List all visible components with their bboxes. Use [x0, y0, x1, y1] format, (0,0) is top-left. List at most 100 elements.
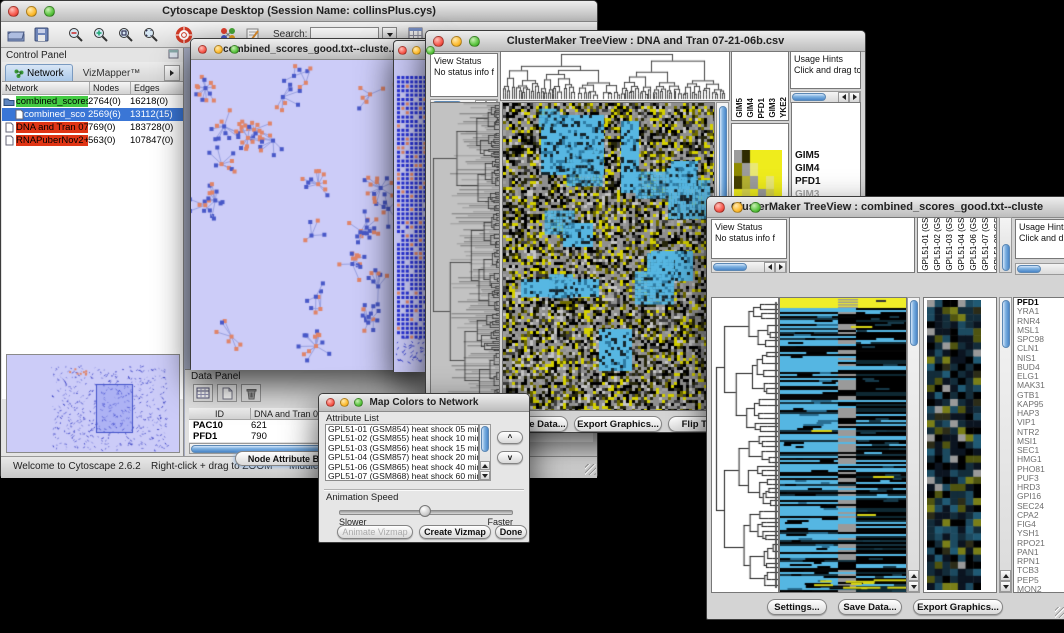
close-button[interactable]: [198, 45, 207, 54]
vscroll-thumb[interactable]: [1002, 244, 1010, 271]
tv1-column-dendrogram[interactable]: [501, 52, 727, 100]
scroll-down-button[interactable]: [480, 471, 490, 480]
tab-overflow-button[interactable]: [164, 65, 180, 81]
tv2-status-hscrollbar[interactable]: [711, 261, 787, 273]
network-canvas[interactable]: [394, 60, 429, 372]
move-up-button[interactable]: ^: [497, 431, 523, 444]
minimize-button[interactable]: [340, 398, 349, 407]
hscroll-thumb[interactable]: [713, 263, 747, 271]
move-down-button[interactable]: v: [497, 451, 523, 464]
scroll-down-button[interactable]: [1000, 581, 1011, 592]
tab-network[interactable]: Network: [5, 64, 73, 81]
col-nodes[interactable]: Nodes: [90, 82, 131, 95]
attribute-list[interactable]: GPL51-01 (GSM854) heat shock 05 minGPL51…: [325, 424, 479, 481]
document-icon: [2, 122, 16, 133]
resize-grip[interactable]: [1053, 605, 1064, 618]
tv2-row-dendrogram-panel: [711, 297, 779, 593]
zoom-button[interactable]: [469, 36, 480, 47]
minimize-button[interactable]: [412, 46, 421, 55]
tv1-global-heatmap[interactable]: [503, 103, 714, 411]
tv2-global-heatmap[interactable]: [780, 298, 906, 592]
create-vizmap-button[interactable]: Create Vizmap: [419, 525, 491, 539]
tv2-hints-hscrollbar[interactable]: [1015, 263, 1064, 275]
tv2-row-dendrogram[interactable]: [712, 298, 778, 592]
col-network[interactable]: Network: [2, 82, 90, 95]
scroll-up-button[interactable]: [480, 461, 490, 470]
scroll-down-button[interactable]: [908, 581, 919, 592]
vscroll-thumb[interactable]: [1002, 300, 1010, 348]
tab-vizmapper[interactable]: VizMapper™: [73, 65, 151, 81]
close-button[interactable]: [398, 46, 407, 55]
tv2-gene-labels[interactable]: PFD1YRA1RNR4MSL1SPC98CLN1NIS1BUD4ELG1MAK…: [1014, 298, 1064, 593]
view-status-text: No status info f: [715, 233, 775, 243]
hscroll-thumb[interactable]: [1017, 265, 1041, 273]
network-row-0[interactable]: combined_scores 2764(0) 16218(0): [2, 95, 183, 108]
delete-attribute-icon[interactable]: [241, 384, 261, 402]
tv2-settings-button[interactable]: Settings...: [767, 599, 827, 615]
col-id[interactable]: ID: [189, 408, 251, 420]
zoom-in-icon[interactable]: [89, 25, 111, 45]
close-button[interactable]: [714, 202, 725, 213]
minimize-button[interactable]: [451, 36, 462, 47]
main-title-bar[interactable]: Cytoscape Desktop (Session Name: collins…: [1, 1, 597, 22]
zoom-out-icon[interactable]: [64, 25, 86, 45]
vscroll-thumb[interactable]: [910, 300, 918, 346]
network-table-header: Network Nodes Edges: [2, 82, 183, 95]
scroll-right-button[interactable]: [775, 262, 786, 273]
treeview1-title-bar[interactable]: ClusterMaker TreeView : DNA and Tran 07-…: [426, 31, 865, 52]
treeview2-title-bar[interactable]: ClusterMaker TreeView : combined_scores_…: [707, 197, 1064, 218]
minimize-button[interactable]: [214, 45, 223, 54]
zoom-button[interactable]: [354, 398, 363, 407]
network-window-2-title-bar[interactable]: [394, 41, 429, 60]
minimize-button[interactable]: [26, 6, 37, 17]
dialog-title-bar[interactable]: Map Colors to Network: [319, 394, 529, 412]
tv1-row-dendrogram[interactable]: [431, 103, 500, 411]
network-row-3[interactable]: RNAPuberNov2+I 563(0) 107847(0): [2, 134, 183, 147]
done-button[interactable]: Done: [495, 525, 527, 539]
zoom-fit-icon[interactable]: [139, 25, 161, 45]
close-button[interactable]: [326, 398, 335, 407]
animation-speed-slider-thumb[interactable]: [419, 505, 431, 517]
tv2-export-graphics-button[interactable]: Export Graphics...: [913, 599, 1003, 615]
zoom-button[interactable]: [750, 202, 761, 213]
attribute-table-icon[interactable]: [193, 384, 213, 402]
minimize-button[interactable]: [732, 202, 743, 213]
tv2-labels-vscrollbar[interactable]: [999, 217, 1012, 273]
zoom-selected-icon[interactable]: [114, 25, 136, 45]
birdseye-view[interactable]: [6, 354, 180, 453]
close-button[interactable]: [8, 6, 19, 17]
resize-grip[interactable]: [583, 462, 596, 475]
tv1-export-graphics-button[interactable]: Export Graphics...: [574, 416, 662, 432]
attribute-list-vscrollbar[interactable]: [479, 424, 491, 481]
scroll-left-button[interactable]: [838, 92, 849, 103]
tab-network-label: Network: [27, 68, 64, 79]
save-icon[interactable]: [30, 25, 52, 45]
hscroll-thumb[interactable]: [792, 93, 826, 101]
usage-hints-text: Click and drag to: [1019, 233, 1064, 243]
usage-hints-title: Usage Hints: [794, 54, 843, 64]
scroll-up-button[interactable]: [1000, 570, 1011, 581]
scroll-left-button[interactable]: [764, 262, 775, 273]
scroll-up-button[interactable]: [908, 570, 919, 581]
network-row-2[interactable]: DNA and Tran 07 769(0) 183728(0): [2, 121, 183, 134]
close-button[interactable]: [433, 36, 444, 47]
desktop: Cytoscape Desktop (Session Name: collins…: [0, 0, 1064, 633]
zoom-button[interactable]: [230, 45, 239, 54]
network-row-1-selected[interactable]: combined_sco 2569(6) 13112(15): [2, 108, 183, 121]
animate-vizmap-button[interactable]: Animate Vizmap: [337, 525, 413, 539]
open-file-icon[interactable]: [5, 25, 27, 45]
zoom-button[interactable]: [44, 6, 55, 17]
tv2-heatmap-vscrollbar[interactable]: [907, 297, 920, 593]
zoom-button[interactable]: [426, 46, 435, 55]
tv2-zoom-heatmap[interactable]: [927, 300, 981, 590]
control-panel: Control Panel Network VizMapper™ Network…: [2, 48, 184, 456]
vscroll-thumb[interactable]: [481, 426, 489, 452]
col-edges[interactable]: Edges: [131, 82, 183, 95]
cell-id: PFD1: [189, 431, 251, 442]
scroll-right-button[interactable]: [849, 92, 860, 103]
tv2-save-data-button[interactable]: Save Data...: [838, 599, 902, 615]
float-panel-icon[interactable]: [168, 46, 179, 64]
network-edges: 13112(15): [130, 109, 182, 120]
tv2-genelist-vscrollbar[interactable]: [999, 297, 1012, 593]
new-attribute-icon[interactable]: [217, 384, 237, 402]
